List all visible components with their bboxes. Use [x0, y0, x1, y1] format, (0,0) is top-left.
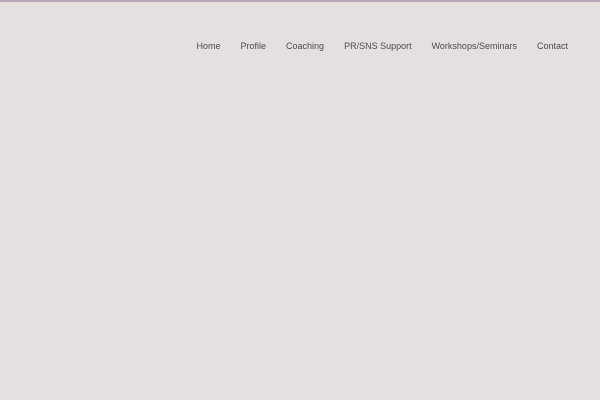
- top-accent-bar: [0, 0, 600, 2]
- main-navigation: Home Profile Coaching PR/SNS Support Wor…: [197, 40, 569, 52]
- main-content-area: [0, 70, 600, 400]
- nav-item-coaching[interactable]: Coaching: [286, 40, 324, 52]
- nav-item-contact[interactable]: Contact: [537, 40, 568, 52]
- nav-item-home[interactable]: Home: [197, 40, 221, 52]
- nav-item-profile[interactable]: Profile: [241, 40, 267, 52]
- nav-item-pr-sns-support[interactable]: PR/SNS Support: [344, 40, 412, 52]
- nav-item-workshops-seminars[interactable]: Workshops/Seminars: [432, 40, 517, 52]
